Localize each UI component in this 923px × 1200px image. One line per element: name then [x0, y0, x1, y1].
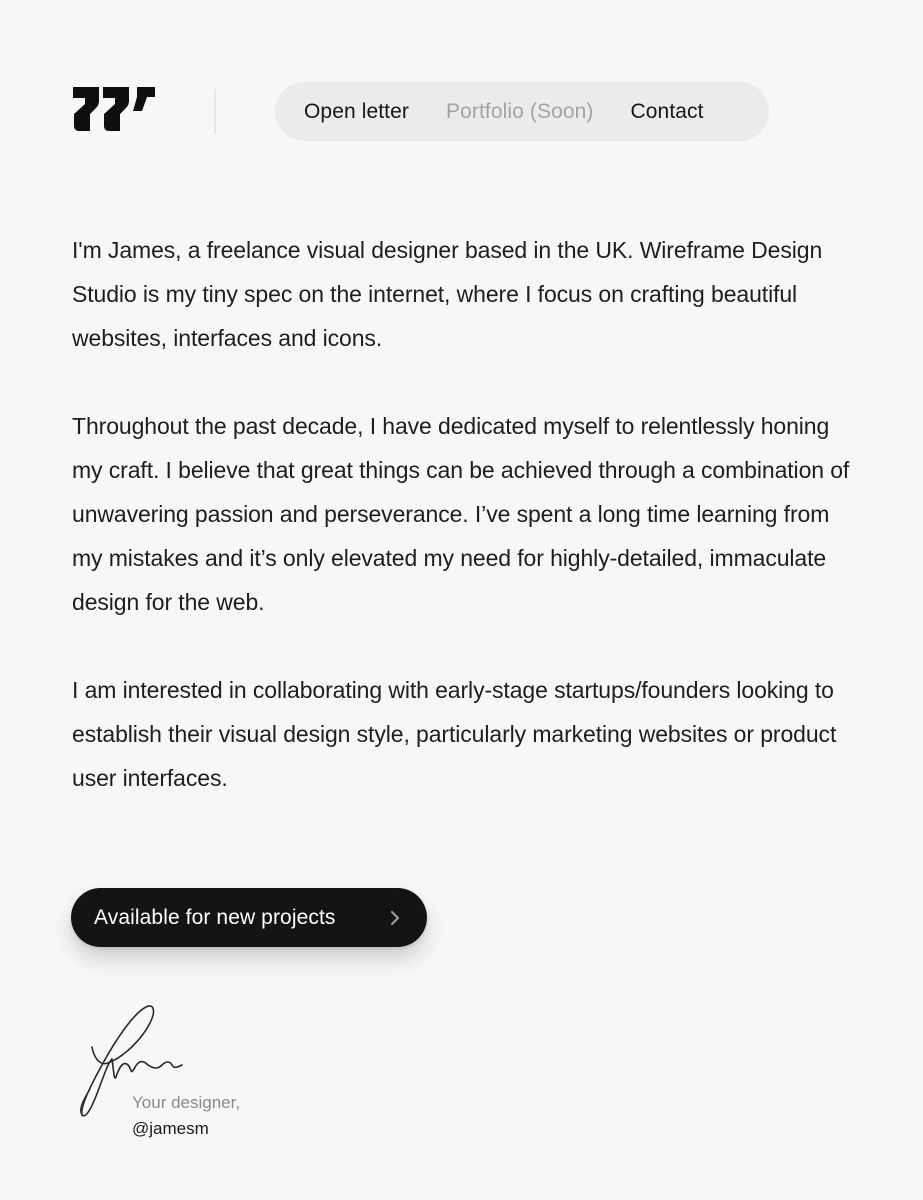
nav-portfolio: Portfolio (Soon)	[446, 99, 594, 123]
header-separator	[214, 89, 216, 134]
cta-label: Available for new projects	[94, 905, 336, 929]
designer-handle: @jamesm	[132, 1119, 209, 1138]
letter-paragraph-collaboration: I am interested in collaborating with ea…	[72, 677, 837, 791]
letter-paragraph-intro: I'm James, a freelance visual designer b…	[72, 237, 823, 351]
available-for-projects-button[interactable]: Available for new projects	[71, 888, 427, 947]
site-header: Open letter Portfolio (Soon) Contact	[0, 0, 923, 200]
nav-contact[interactable]: Contact	[631, 100, 704, 124]
letter-paragraph-experience: Throughout the past decade, I have dedic…	[72, 413, 850, 615]
open-letter: I'm James, a freelance visual designer b…	[72, 228, 852, 800]
nav-open-letter[interactable]: Open letter	[304, 100, 409, 124]
signoff-caption: Your designer,	[132, 1093, 241, 1112]
chevron-right-icon	[390, 910, 400, 926]
wireframe-logo-icon[interactable]	[73, 87, 155, 131]
main-nav: Open letter Portfolio (Soon) Contact	[275, 82, 769, 141]
